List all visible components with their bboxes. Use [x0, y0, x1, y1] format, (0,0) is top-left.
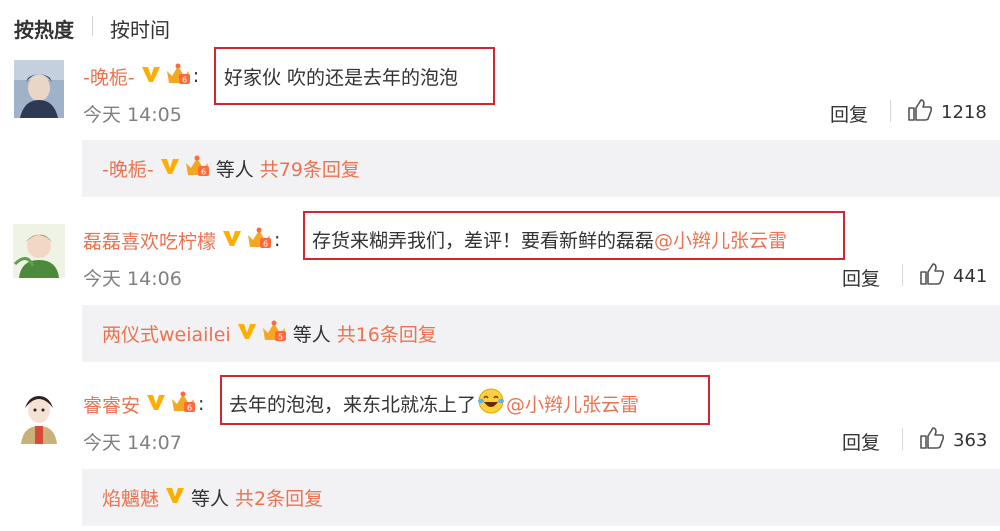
- colon-separator: :: [274, 229, 281, 251]
- sort-by-hot-tab[interactable]: 按热度: [14, 14, 74, 43]
- reply-username-link[interactable]: 焰魑魅: [102, 484, 159, 511]
- reply-username-link[interactable]: -晚栀-: [102, 155, 154, 182]
- verified-v-icon: [160, 156, 180, 181]
- comment-text: 好家伙 吹的还是去年的泡泡: [224, 62, 458, 90]
- like-count: 1218: [941, 101, 987, 123]
- vip-crown-icon: 6: [170, 391, 196, 418]
- comment-text: 去年的泡泡，来东北就冻上了 @小辫儿张云雷: [229, 387, 639, 420]
- laughing-tears-emoji-icon: [477, 387, 505, 420]
- replies-panel: -晚栀- 6 等人 共79条回复: [82, 140, 1000, 197]
- replies-panel: 焰魑魅 等人 共2条回复: [82, 469, 1000, 526]
- svg-text:5: 5: [278, 333, 283, 342]
- timestamp: 今天 14:05: [83, 104, 182, 126]
- author-line: -晚栀- 6 :: [83, 59, 199, 93]
- verified-v-icon: [141, 64, 161, 89]
- view-replies-link[interactable]: 共79条回复: [260, 155, 360, 182]
- verified-v-icon: [146, 392, 166, 417]
- verified-v-icon: [222, 228, 242, 253]
- svg-text:6: 6: [201, 168, 206, 177]
- action-divider: [902, 428, 903, 450]
- vip-crown-icon: 6: [246, 227, 272, 254]
- like-button[interactable]: 363: [919, 426, 987, 454]
- like-button[interactable]: 1218: [907, 98, 987, 126]
- vip-crown-icon: 6: [184, 155, 210, 182]
- vip-crown-icon: 6: [165, 63, 191, 90]
- comment-body: 去年的泡泡，来东北就冻上了: [229, 393, 477, 416]
- svg-text:6: 6: [263, 239, 268, 248]
- author-line: 睿睿安 6 :: [83, 387, 204, 421]
- avatar[interactable]: [14, 60, 64, 118]
- like-button[interactable]: 441: [919, 262, 987, 290]
- thumbs-up-icon: [919, 426, 945, 454]
- colon-separator: :: [198, 393, 205, 415]
- svg-text:6: 6: [187, 403, 192, 412]
- view-replies-link[interactable]: 共2条回复: [235, 484, 323, 511]
- and-others-text: 等人: [215, 159, 254, 181]
- verified-v-icon: [237, 321, 257, 346]
- and-others-text: 等人: [191, 488, 230, 510]
- svg-text:6: 6: [182, 75, 187, 84]
- reply-button[interactable]: 回复: [842, 428, 880, 455]
- verified-v-icon: [165, 485, 185, 510]
- vip-crown-icon: 5: [261, 320, 287, 347]
- mention-link[interactable]: @小辫儿张云雷: [654, 226, 787, 253]
- avatar[interactable]: [13, 224, 65, 278]
- comment-body: 好家伙 吹的还是去年的泡泡: [224, 66, 459, 89]
- sort-by-time-tab[interactable]: 按时间: [110, 14, 170, 43]
- thumbs-up-icon: [919, 262, 945, 290]
- action-divider: [902, 264, 903, 286]
- comment-text: 存货来糊弄我们，差评！要看新鲜的磊磊 @小辫儿张云雷: [312, 225, 787, 253]
- like-count: 363: [953, 429, 988, 451]
- view-replies-link[interactable]: 共16条回复: [337, 320, 437, 347]
- author-line: 磊磊喜欢吃柠檬 6 :: [83, 223, 280, 257]
- timestamp: 今天 14:06: [83, 268, 182, 290]
- like-count: 441: [953, 265, 988, 287]
- mention-link[interactable]: @小辫儿张云雷: [506, 390, 639, 417]
- reply-username-link[interactable]: 两仪式weiailei: [102, 320, 231, 347]
- username-link[interactable]: 磊磊喜欢吃柠檬: [83, 227, 216, 254]
- thumbs-up-icon: [907, 98, 933, 126]
- sort-bar: 按热度 按时间: [0, 0, 1000, 50]
- reply-button[interactable]: 回复: [830, 100, 868, 127]
- comment-body: 存货来糊弄我们，差评！要看新鲜的磊磊: [312, 229, 655, 252]
- colon-separator: :: [192, 65, 200, 87]
- avatar[interactable]: [13, 388, 65, 444]
- replies-panel: 两仪式weiailei 5 等人 共16条回复: [82, 305, 1000, 362]
- and-others-text: 等人: [292, 324, 331, 346]
- reply-button[interactable]: 回复: [842, 264, 880, 291]
- sort-divider: [92, 16, 93, 36]
- timestamp: 今天 14:07: [83, 432, 182, 454]
- username-link[interactable]: -晚栀-: [83, 63, 135, 90]
- action-divider: [890, 100, 891, 122]
- username-link[interactable]: 睿睿安: [83, 391, 140, 418]
